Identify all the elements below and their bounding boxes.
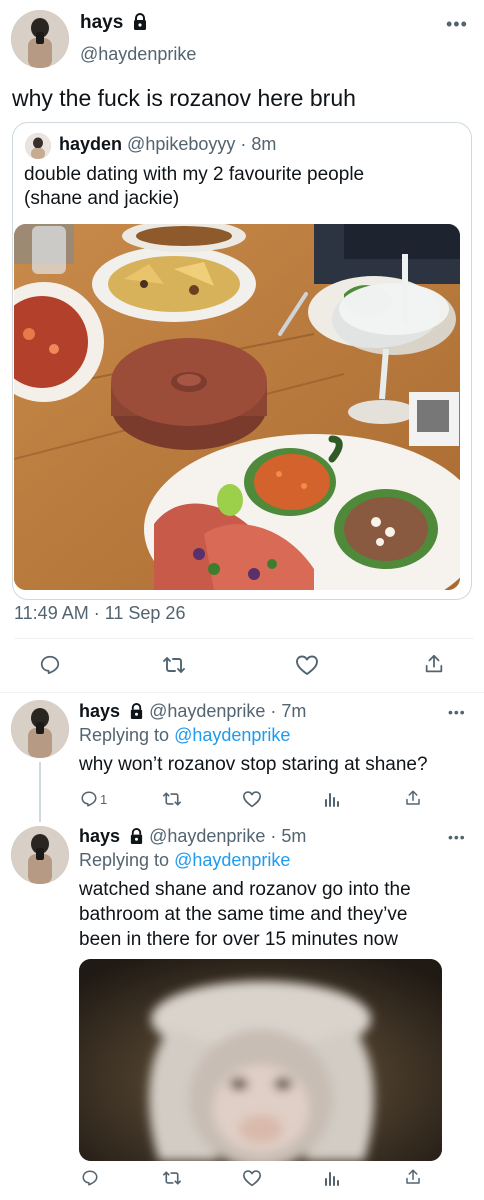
reply-text-line-2: bathroom at the same time and they’ve xyxy=(79,904,408,925)
divider xyxy=(0,692,484,693)
avatar-photo xyxy=(11,10,69,68)
replying-to: Replying to @haydenprike xyxy=(79,725,290,746)
replying-to-label: Replying to xyxy=(79,850,170,870)
reply-timestamp[interactable]: · 5m xyxy=(270,826,306,846)
quoted-author-name: hayden xyxy=(59,134,123,154)
reply-author-name[interactable]: hays xyxy=(79,701,120,721)
avatar[interactable] xyxy=(11,700,69,758)
replying-to-label: Replying to xyxy=(79,725,170,745)
more-options-icon[interactable]: ••• xyxy=(446,14,468,35)
lock-icon xyxy=(130,828,143,844)
quoted-avatar-photo xyxy=(25,133,51,159)
reply-icon[interactable] xyxy=(80,1168,100,1188)
heart-icon[interactable] xyxy=(241,1168,263,1188)
divider xyxy=(14,638,474,639)
avatar[interactable] xyxy=(11,10,69,68)
quoted-photo[interactable] xyxy=(14,224,460,590)
author-name[interactable]: hays xyxy=(80,12,123,33)
retweet-icon[interactable] xyxy=(160,653,188,677)
more-options-icon[interactable]: ••• xyxy=(448,829,466,845)
reply-icon[interactable]: 1 xyxy=(80,789,107,809)
reply-author-handle[interactable]: @haydenprike xyxy=(149,826,265,846)
quoted-header: hayden @hpikeboyyy · 8m xyxy=(59,134,276,155)
lock-icon xyxy=(130,703,143,719)
retweet-icon[interactable] xyxy=(161,789,183,809)
author-name-row: hays xyxy=(80,12,148,34)
reply-text-line-3: been in there for over 15 minutes now xyxy=(79,929,398,950)
tweet-timestamp[interactable]: 11:49 AM · 11 Sep 26 xyxy=(14,603,185,624)
quoted-author-handle: @hpikeboyyy xyxy=(127,134,236,154)
more-options-icon[interactable]: ••• xyxy=(448,704,466,720)
quoted-timestamp: · 8m xyxy=(240,134,277,154)
reply-header: hays @haydenprike · 5m xyxy=(79,826,306,847)
avatar[interactable] xyxy=(11,826,69,884)
lock-icon xyxy=(133,13,146,30)
heart-icon[interactable] xyxy=(294,653,320,677)
author-handle[interactable]: @haydenprike xyxy=(80,44,196,65)
thread-line xyxy=(39,762,41,822)
retweet-icon[interactable] xyxy=(161,1168,183,1188)
reply-icon[interactable] xyxy=(38,653,62,677)
reply-header: hays @haydenprike · 7m xyxy=(79,701,306,722)
avatar-photo xyxy=(11,826,69,884)
share-icon[interactable] xyxy=(402,1167,424,1187)
reply-timestamp[interactable]: · 7m xyxy=(270,701,306,721)
reply-author-handle[interactable]: @haydenprike xyxy=(149,701,265,721)
share-icon[interactable] xyxy=(402,788,424,808)
quoted-text-line-1: double dating with my 2 favourite people xyxy=(24,164,365,185)
avatar-photo xyxy=(11,700,69,758)
replying-to: Replying to @haydenprike xyxy=(79,850,290,871)
heart-icon[interactable] xyxy=(241,789,263,809)
quoted-avatar xyxy=(25,133,51,159)
tweet-text: why the fuck is rozanov here bruh xyxy=(12,85,356,111)
reply-text-line-1: watched shane and rozanov go into the xyxy=(79,879,411,900)
food-photo-illustration xyxy=(14,224,460,590)
reply-count: 1 xyxy=(100,791,108,807)
reply-media-image[interactable] xyxy=(79,959,442,1161)
analytics-icon[interactable] xyxy=(321,789,343,809)
share-icon[interactable] xyxy=(422,652,446,676)
replying-to-link[interactable]: @haydenprike xyxy=(174,850,290,870)
replying-to-link[interactable]: @haydenprike xyxy=(174,725,290,745)
reply-text: why won’t rozanov stop staring at shane? xyxy=(79,754,428,775)
reply-author-name[interactable]: hays xyxy=(79,826,120,846)
analytics-icon[interactable] xyxy=(321,1168,343,1188)
monkey-image-illustration xyxy=(79,959,442,1161)
quoted-text-line-2: (shane and jackie) xyxy=(24,188,180,209)
